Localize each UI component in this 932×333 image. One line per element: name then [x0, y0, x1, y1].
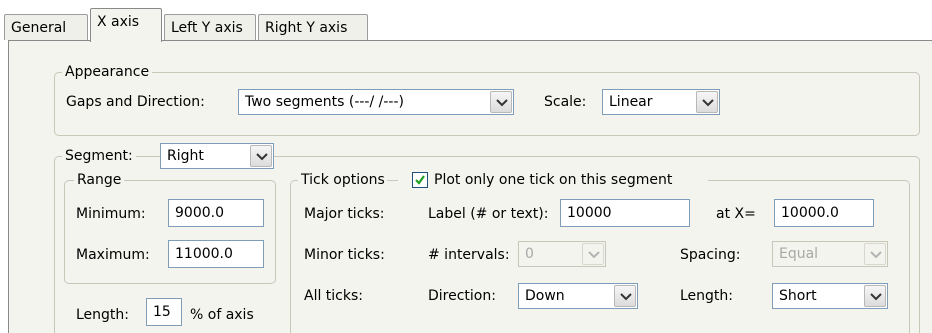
chevron-down-icon[interactable] [864, 243, 886, 265]
maximum-field[interactable]: 11000.0 [168, 240, 264, 268]
segment-value: Right [167, 148, 204, 164]
scale-label: Scale: [544, 94, 587, 110]
tab-label: Right Y axis [265, 20, 348, 36]
range-title: Range [74, 171, 125, 189]
tab-label: X axis [97, 14, 140, 30]
tab-label: Left Y axis [171, 20, 243, 36]
chevron-down-icon[interactable] [614, 285, 636, 307]
minor-ticks-label: Minor ticks: [304, 247, 385, 263]
gaps-direction-value: Two segments (---/ /---) [245, 94, 404, 110]
major-label-field[interactable]: 10000 [560, 199, 690, 227]
spacing-value: Equal [779, 246, 819, 262]
range-group [64, 180, 276, 284]
segment-select[interactable]: Right [160, 143, 274, 169]
chevron-down-icon[interactable] [582, 243, 604, 265]
direction-select[interactable]: Down [518, 283, 638, 309]
maximum-label: Maximum: [76, 247, 150, 263]
one-tick-label: Plot only one tick on this segment [434, 172, 673, 188]
chevron-down-icon[interactable] [250, 145, 272, 167]
segment-length-suffix: % of axis [190, 307, 254, 323]
tab-label: General [11, 20, 67, 36]
major-ticks-label: Major ticks: [304, 206, 385, 222]
one-tick-row[interactable]: Plot only one tick on this segment [398, 170, 708, 190]
tick-length-label: Length: [680, 288, 734, 304]
tick-length-select[interactable]: Short [772, 283, 888, 309]
spacing-label: Spacing: [680, 247, 741, 263]
tick-length-value: Short [779, 288, 817, 304]
tab-strip: General X axis Left Y axis Right Y axis [0, 0, 932, 42]
chevron-down-icon[interactable] [490, 91, 512, 113]
major-label-text-label: Label (# or text): [428, 206, 549, 222]
intervals-value: 0 [525, 246, 534, 262]
segment-length-field[interactable]: 15 [146, 298, 182, 326]
appearance-title: Appearance [62, 63, 153, 81]
all-ticks-label: All ticks: [304, 288, 364, 304]
tab-x-axis[interactable]: X axis [90, 8, 162, 42]
minimum-field[interactable]: 9000.0 [168, 199, 264, 227]
spacing-select[interactable]: Equal [772, 241, 888, 267]
chevron-down-icon[interactable] [864, 285, 886, 307]
one-tick-checkbox[interactable] [412, 172, 428, 188]
at-x-label: at X= [716, 206, 756, 222]
intervals-label: # intervals: [428, 247, 510, 263]
checkmark-icon [415, 175, 425, 185]
direction-value: Down [525, 288, 565, 304]
tab-right-y-axis[interactable]: Right Y axis [258, 14, 368, 40]
gaps-direction-select[interactable]: Two segments (---/ /---) [238, 89, 514, 115]
chevron-down-icon[interactable] [696, 91, 718, 113]
segment-length-label: Length: [76, 307, 130, 323]
minimum-label: Minimum: [76, 206, 146, 222]
intervals-select[interactable]: 0 [518, 241, 606, 267]
scale-value: Linear [609, 94, 653, 110]
direction-label: Direction: [428, 288, 496, 304]
tab-general[interactable]: General [4, 14, 88, 40]
segment-label: Segment: [62, 147, 136, 165]
scale-select[interactable]: Linear [602, 89, 720, 115]
at-x-field[interactable]: 10000.0 [774, 199, 874, 227]
tab-left-y-axis[interactable]: Left Y axis [164, 14, 256, 40]
tick-options-title: Tick options [298, 171, 387, 189]
gaps-direction-label: Gaps and Direction: [66, 94, 205, 110]
